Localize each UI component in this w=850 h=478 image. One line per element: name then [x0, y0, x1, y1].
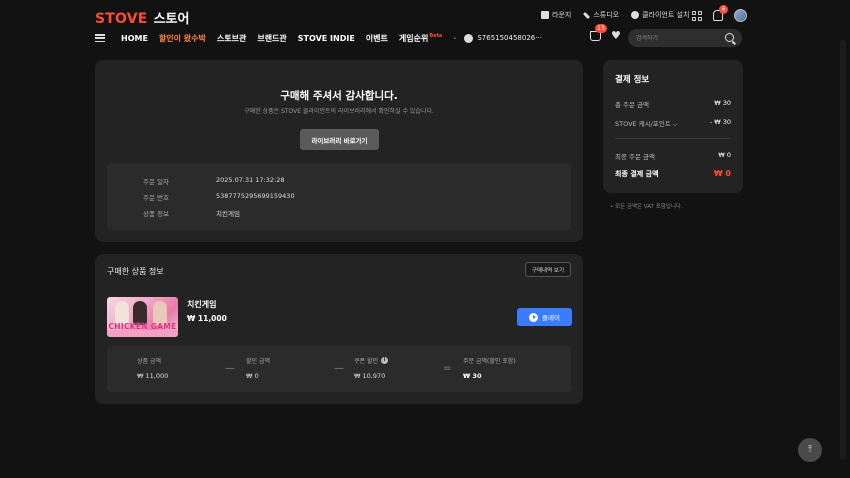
play-icon [529, 312, 539, 322]
product-price: ₩ 11,000 [187, 314, 227, 323]
client-install-link[interactable]: 클라이언트 설치 [631, 10, 689, 20]
cash-point-row[interactable]: STOVE 캐시/포인트 ⌵ - ₩ 30 [615, 118, 731, 129]
search-icon[interactable] [725, 33, 734, 42]
minus-operator: — [334, 363, 344, 374]
products-title: 구매한 상품 정보 [107, 267, 164, 276]
product-thumbnail[interactable]: CHICKEN GAME [107, 297, 178, 337]
nav-stove-hall[interactable]: 스토브관 [217, 33, 246, 44]
scroll-to-top-button[interactable]: ⤒ [798, 438, 822, 462]
play-circle-icon [631, 11, 640, 19]
order-date-value: 2025.07.31 17:32:28 [216, 176, 285, 184]
info-icon[interactable]: i [381, 357, 388, 364]
lounge-link[interactable]: 라운지 [541, 10, 571, 20]
page-scrollbar[interactable] [840, 40, 846, 460]
order-number-label: 주문 번호 [143, 194, 169, 202]
search-bar [628, 29, 742, 47]
final-order-row: 최종 주문 금액 ₩ 0 [615, 151, 731, 161]
beta-badge: Beta [429, 32, 443, 39]
top-icons: 6 [692, 5, 747, 22]
thumb-band [107, 330, 178, 337]
nav-home[interactable]: HOME [121, 34, 148, 43]
summary-coupon-discount: 쿠폰 할인 i ₩ 10,970 [354, 356, 388, 380]
product-name[interactable]: 치킨게임 [187, 299, 216, 310]
nav-game-rank[interactable]: 게임순위Beta [399, 33, 442, 44]
util-links: 라운지 스튜디오 클라이언트 설치 [541, 10, 689, 20]
nav-event[interactable]: 이벤트 [366, 33, 388, 44]
final-payment-row: 최종 결제 금액 ₩ 0 [615, 169, 731, 178]
logo-brand: STOVE [95, 11, 148, 27]
purchase-history-button[interactable]: 구매내역 보기 [525, 262, 571, 277]
cart-icon[interactable]: 13 [590, 24, 607, 41]
studio-link[interactable]: 스튜디오 [583, 10, 619, 20]
total-order-row: 총 주문 금액 ₩ 30 [615, 99, 731, 109]
thanks-desc: 구매한 상품은 STOVE 클라이언트의 라이브러리에서 확인하실 수 있습니다… [244, 108, 434, 115]
summary-order-amount: 주문 금액(할인 포함) ₩ 30 [463, 358, 516, 380]
nav-right-icons: 13 ♥ [590, 24, 621, 41]
summary-product-amount: 상품 금액 ₩ 11,000 [137, 358, 169, 380]
bell-icon[interactable]: 6 [713, 5, 728, 21]
chevron-down-icon: ⌵ [672, 121, 678, 128]
price-summary-box: 상품 금액 ₩ 11,000 — 할인 금액 ₩ 0 — 쿠폰 할인 i ₩ 10… [107, 346, 571, 392]
nav-separator: · [453, 33, 457, 43]
hamburger-menu-icon[interactable] [95, 34, 105, 42]
wishlist-heart-icon[interactable]: ♥ [611, 30, 621, 41]
payment-title: 결제 정보 [615, 75, 650, 85]
lounge-icon [541, 11, 549, 19]
header: STOVE 스토어 라운지 스튜디오 클라이언트 설치 6 HOME 할인이 왔… [0, 0, 850, 56]
user-icon [464, 33, 474, 43]
order-number-value: 5387775295699159430 [216, 192, 295, 200]
studio-icon [583, 11, 591, 19]
thanks-title: 구매해 주셔서 감사합니다. [280, 90, 398, 102]
play-button[interactable]: 플레이 [517, 308, 572, 326]
product-info-label: 상품 정보 [143, 210, 169, 218]
library-button[interactable]: 라이브러리 바로가기 [300, 129, 379, 150]
main-nav: HOME 할인이 왔수박 스토브관 브랜드관 STOVE INDIE 이벤트 게… [95, 28, 542, 48]
stove-logo[interactable]: STOVE 스토어 [95, 8, 189, 27]
logo-sub: 스토어 [153, 12, 190, 27]
avatar[interactable] [734, 9, 747, 22]
apps-grid-icon[interactable] [692, 10, 702, 21]
equals-operator: = [443, 363, 452, 374]
nav-sale[interactable]: 할인이 왔수박 [159, 33, 206, 44]
nav-stove-indie[interactable]: STOVE INDIE [298, 34, 355, 43]
purchased-products-panel: 구매한 상품 정보 구매내역 보기 CHICKEN GAME 치킨게임 ₩ 11… [95, 254, 583, 404]
payment-divider [615, 138, 731, 139]
summary-discount-amount: 할인 금액 ₩ 0 [246, 358, 270, 380]
order-info-box: 주문 일자 2025.07.31 17:32:28 주문 번호 53877752… [107, 163, 571, 230]
cart-badge: 13 [595, 24, 607, 33]
search-input[interactable] [636, 34, 716, 42]
purchase-complete-panel: 구매해 주셔서 감사합니다. 구매한 상품은 STOVE 클라이언트의 라이브러… [95, 60, 583, 242]
notification-badge: 6 [719, 5, 728, 14]
thumb-title: CHICKEN GAME [108, 322, 177, 331]
user-id[interactable]: S765150458026··· [464, 33, 542, 43]
arrow-up-icon: ⤒ [808, 445, 812, 455]
vat-note: • 모든 금액은 VAT 포함입니다. [610, 204, 683, 210]
product-info-value: 치킨게임 [216, 210, 240, 218]
order-date-label: 주문 일자 [143, 178, 169, 186]
minus-operator: — [225, 363, 235, 374]
nav-brand-hall[interactable]: 브랜드관 [257, 33, 286, 44]
payment-info-panel: 결제 정보 총 주문 금액 ₩ 30 STOVE 캐시/포인트 ⌵ - ₩ 30… [603, 60, 743, 193]
